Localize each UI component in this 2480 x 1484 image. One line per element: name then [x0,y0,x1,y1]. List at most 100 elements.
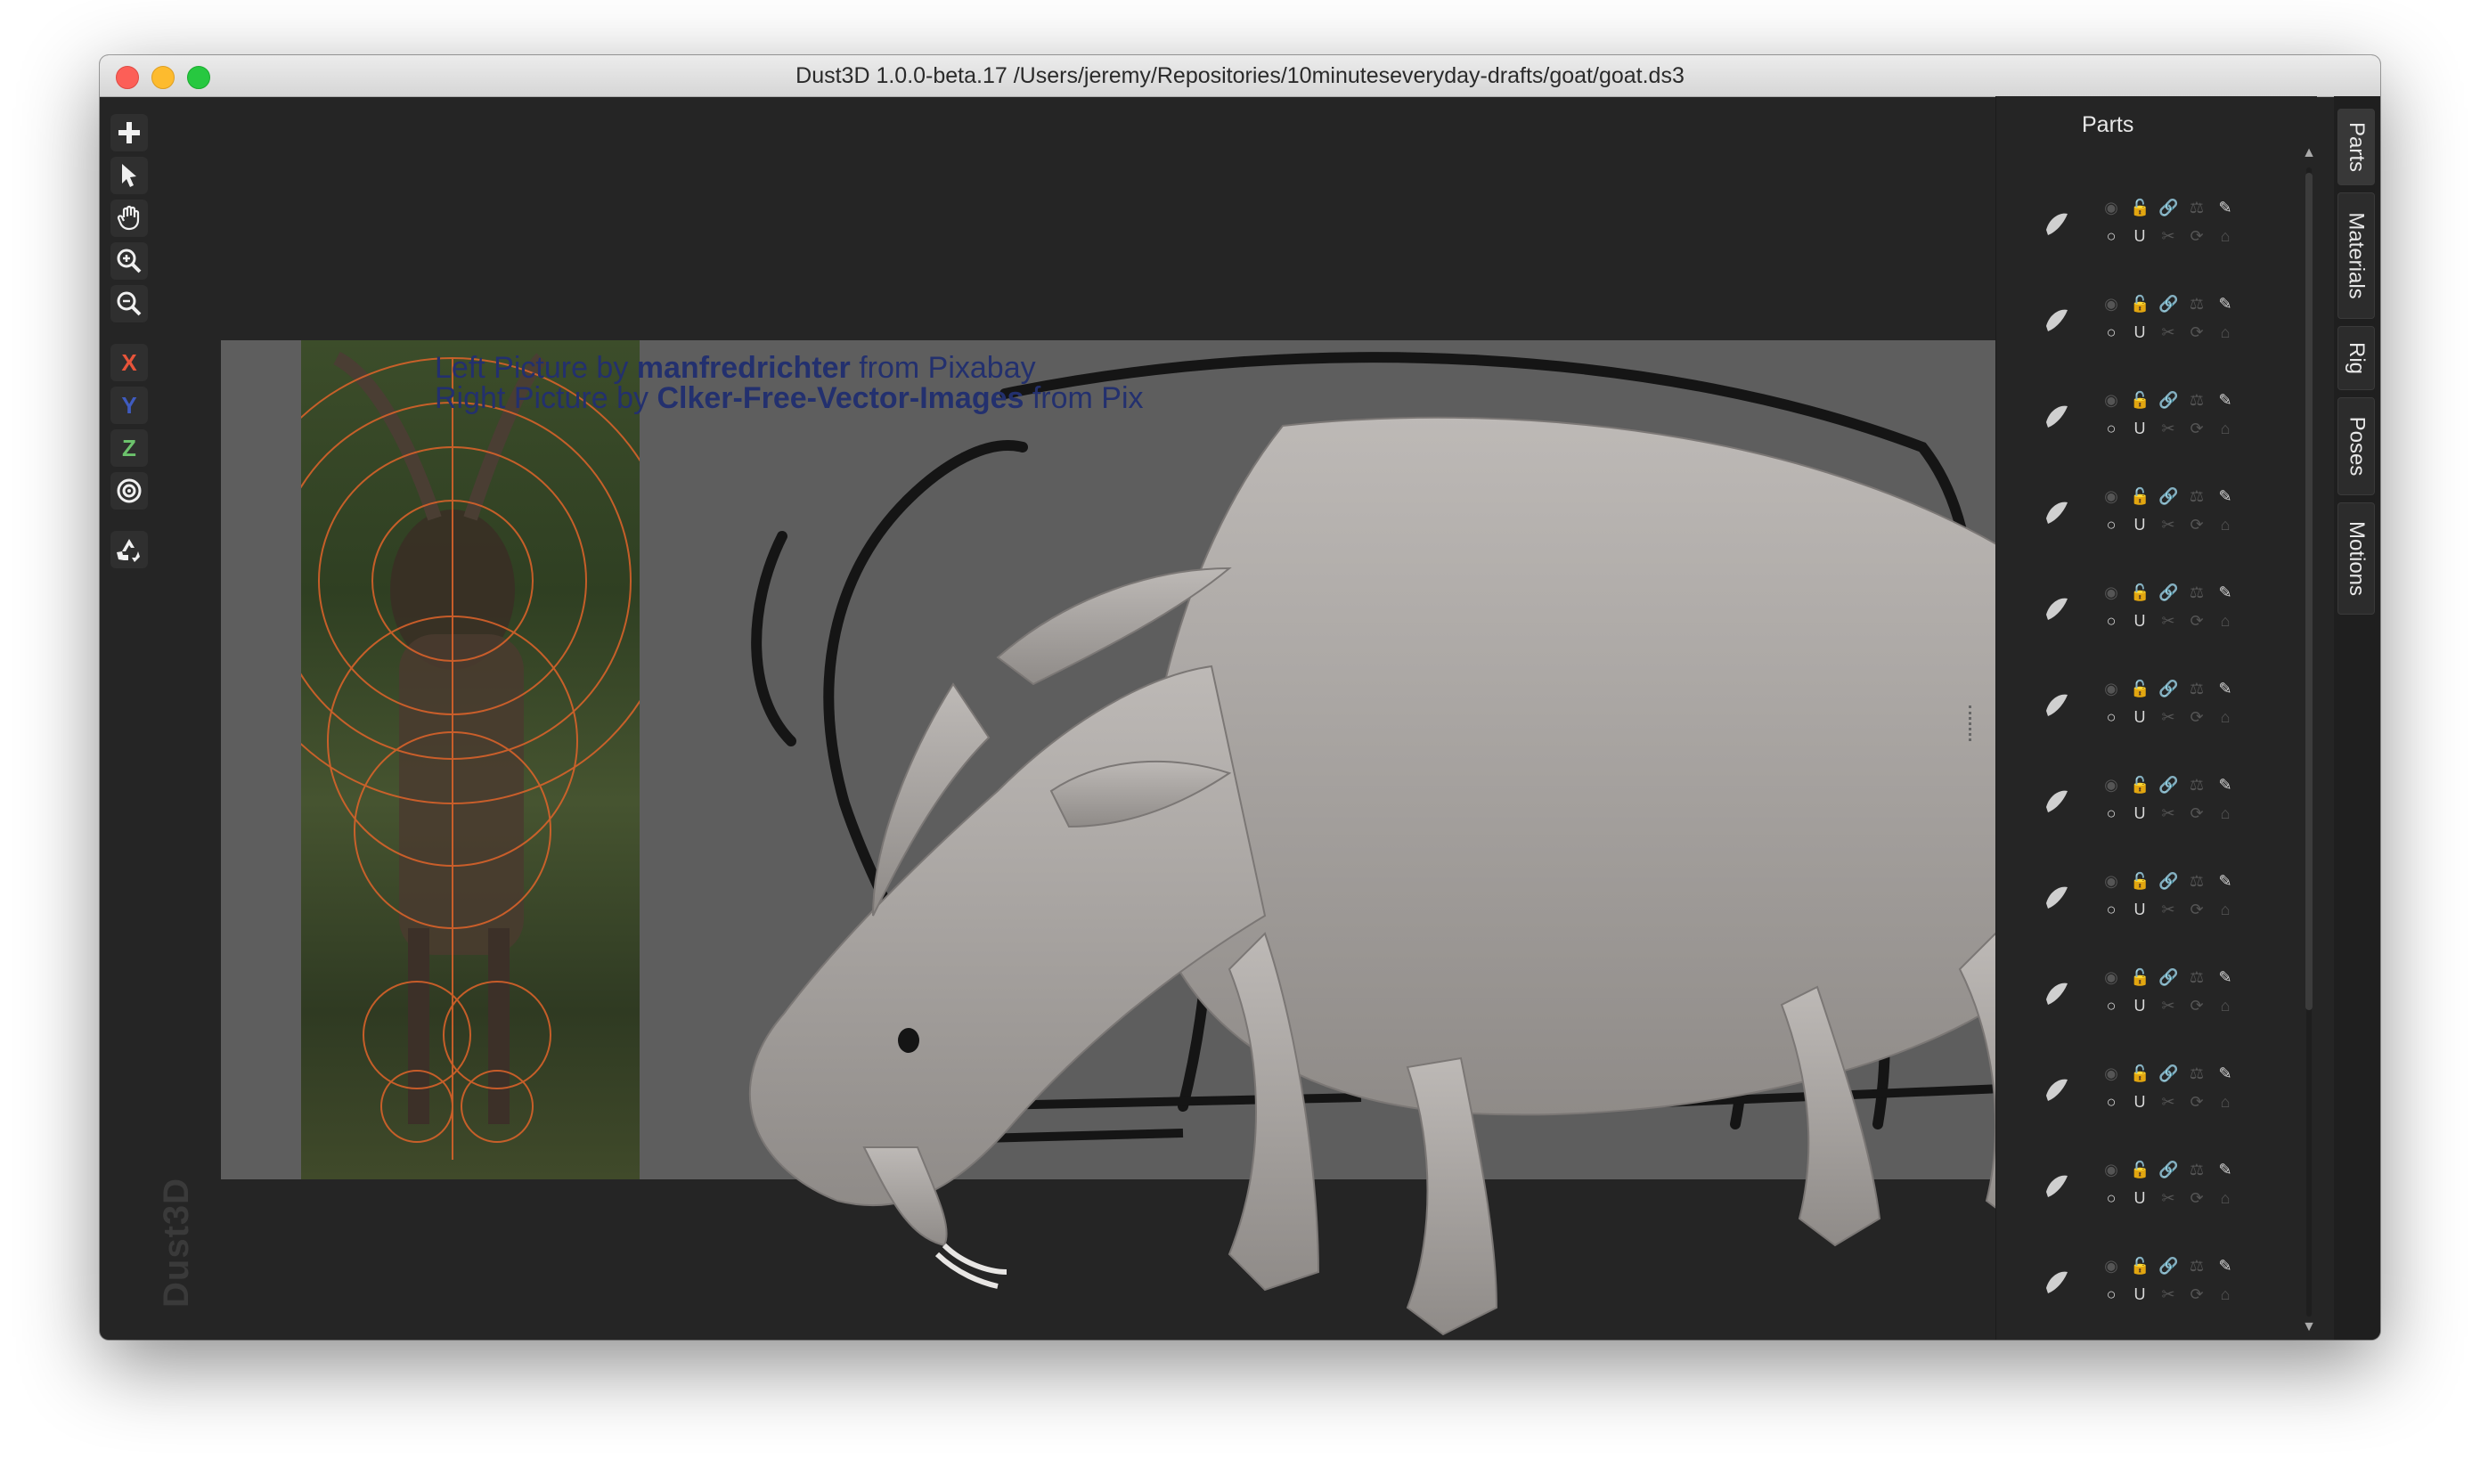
x-axis-lock-button[interactable]: X [110,344,148,381]
lock-icon[interactable]: 🔓 [2130,871,2150,891]
part-row[interactable]: ◉ 🔓 🔗 ⚖ ✎ ○ U ✂ ⟳ ⌂ [1996,472,2264,568]
chamfer-icon[interactable]: ⌂ [2215,707,2235,727]
rotate-icon[interactable]: ⟳ [2187,1092,2207,1112]
magnet-icon[interactable]: U [2130,322,2150,342]
scissors-icon[interactable]: ✂ [2158,707,2178,727]
link-icon[interactable]: 🔗 [2158,294,2178,314]
paint-icon[interactable]: ✎ [2215,871,2235,891]
link-icon[interactable]: 🔗 [2158,390,2178,410]
circle-icon[interactable]: ○ [2101,322,2121,342]
magnet-icon[interactable]: U [2130,996,2150,1015]
circle-icon[interactable]: ○ [2101,515,2121,534]
paint-icon[interactable]: ✎ [2215,967,2235,987]
balance-icon[interactable]: ⚖ [2187,967,2207,987]
part-row[interactable]: ◉ 🔓 🔗 ⚖ ✎ ○ U ✂ ⟳ ⌂ [1996,953,2264,1049]
part-row[interactable]: ◉ 🔓 🔗 ⚖ ✎ ○ U ✂ ⟳ ⌂ [1996,665,2264,761]
link-icon[interactable]: 🔗 [2158,198,2178,217]
lock-icon[interactable]: 🔓 [2130,775,2150,795]
radius-lock-button[interactable] [110,472,148,510]
paint-icon[interactable]: ✎ [2215,198,2235,217]
circle-icon[interactable]: ○ [2101,226,2121,246]
scissors-icon[interactable]: ✂ [2158,611,2178,631]
link-icon[interactable]: 🔗 [2158,583,2178,602]
scroll-up-icon[interactable]: ▲ [2300,144,2318,162]
part-row[interactable]: ◉ 🔓 🔗 ⚖ ✎ ○ U ✂ ⟳ ⌂ [1996,183,2264,280]
part-row[interactable]: ◉ 🔓 🔗 ⚖ ✎ ○ U ✂ ⟳ ⌂ [1996,1146,2264,1242]
link-icon[interactable]: 🔗 [2158,775,2178,795]
pan-button[interactable] [110,200,148,237]
visibility-icon[interactable]: ◉ [2101,198,2121,217]
scissors-icon[interactable]: ✂ [2158,322,2178,342]
visibility-icon[interactable]: ◉ [2101,583,2121,602]
visibility-icon[interactable]: ◉ [2101,967,2121,987]
paint-icon[interactable]: ✎ [2215,294,2235,314]
paint-icon[interactable]: ✎ [2215,679,2235,698]
link-icon[interactable]: 🔗 [2158,967,2178,987]
rotate-icon[interactable]: ⟳ [2187,419,2207,438]
visibility-icon[interactable]: ◉ [2101,679,2121,698]
paint-icon[interactable]: ✎ [2215,1256,2235,1276]
magnet-icon[interactable]: U [2130,515,2150,534]
link-icon[interactable]: 🔗 [2158,679,2178,698]
zoom-in-button[interactable] [110,242,148,280]
visibility-icon[interactable]: ◉ [2101,390,2121,410]
part-row[interactable]: ◉ 🔓 🔗 ⚖ ✎ ○ U ✂ ⟳ ⌂ [1996,280,2264,376]
magnet-icon[interactable]: U [2130,419,2150,438]
part-row[interactable]: ◉ 🔓 🔗 ⚖ ✎ ○ U ✂ ⟳ ⌂ [1996,761,2264,857]
visibility-icon[interactable]: ◉ [2101,1064,2121,1083]
circle-icon[interactable]: ○ [2101,1284,2121,1304]
scroll-thumb[interactable] [2305,173,2313,1010]
select-button[interactable] [110,157,148,194]
chamfer-icon[interactable]: ⌂ [2215,419,2235,438]
circle-icon[interactable]: ○ [2101,996,2121,1015]
part-row[interactable]: ◉ 🔓 🔗 ⚖ ✎ ○ U ✂ ⟳ ⌂ [1996,857,2264,953]
visibility-icon[interactable]: ◉ [2101,1256,2121,1276]
tab-materials[interactable]: Materials [2337,192,2375,319]
chamfer-icon[interactable]: ⌂ [2215,900,2235,919]
regenerate-button[interactable] [110,531,148,568]
rotate-icon[interactable]: ⟳ [2187,1284,2207,1304]
chamfer-icon[interactable]: ⌂ [2215,1092,2235,1112]
magnet-icon[interactable]: U [2130,226,2150,246]
magnet-icon[interactable]: U [2130,803,2150,823]
scissors-icon[interactable]: ✂ [2158,1092,2178,1112]
link-icon[interactable]: 🔗 [2158,1064,2178,1083]
rotate-icon[interactable]: ⟳ [2187,707,2207,727]
chamfer-icon[interactable]: ⌂ [2215,996,2235,1015]
goat-3d-model[interactable] [730,363,2200,1340]
circle-icon[interactable]: ○ [2101,1092,2121,1112]
balance-icon[interactable]: ⚖ [2187,390,2207,410]
balance-icon[interactable]: ⚖ [2187,583,2207,602]
3d-viewport[interactable]: Left Picture by manfredrichter from Pixa… [157,96,2127,1340]
lock-icon[interactable]: 🔓 [2130,294,2150,314]
tab-parts[interactable]: Parts [2337,109,2375,185]
z-axis-lock-button[interactable]: Z [110,429,148,467]
chamfer-icon[interactable]: ⌂ [2215,1188,2235,1208]
part-row[interactable]: ◉ 🔓 🔗 ⚖ ✎ ○ U ✂ ⟳ ⌂ [1996,1049,2264,1146]
lock-icon[interactable]: 🔓 [2130,198,2150,217]
balance-icon[interactable]: ⚖ [2187,198,2207,217]
rotate-icon[interactable]: ⟳ [2187,1188,2207,1208]
add-node-button[interactable] [110,114,148,151]
tab-rig[interactable]: Rig [2337,326,2375,390]
rotate-icon[interactable]: ⟳ [2187,515,2207,534]
lock-icon[interactable]: 🔓 [2130,1160,2150,1179]
magnet-icon[interactable]: U [2130,1284,2150,1304]
link-icon[interactable]: 🔗 [2158,1160,2178,1179]
rotate-icon[interactable]: ⟳ [2187,611,2207,631]
paint-icon[interactable]: ✎ [2215,486,2235,506]
lock-icon[interactable]: 🔓 [2130,967,2150,987]
chamfer-icon[interactable]: ⌂ [2215,1284,2235,1304]
chamfer-icon[interactable]: ⌂ [2215,515,2235,534]
parts-scrollbar[interactable]: ▲ ▼ [2298,144,2320,1338]
lock-icon[interactable]: 🔓 [2130,583,2150,602]
balance-icon[interactable]: ⚖ [2187,871,2207,891]
circle-icon[interactable]: ○ [2101,900,2121,919]
magnet-icon[interactable]: U [2130,1188,2150,1208]
scissors-icon[interactable]: ✂ [2158,1188,2178,1208]
visibility-icon[interactable]: ◉ [2101,294,2121,314]
chamfer-icon[interactable]: ⌂ [2215,803,2235,823]
circle-icon[interactable]: ○ [2101,803,2121,823]
scissors-icon[interactable]: ✂ [2158,226,2178,246]
scissors-icon[interactable]: ✂ [2158,419,2178,438]
